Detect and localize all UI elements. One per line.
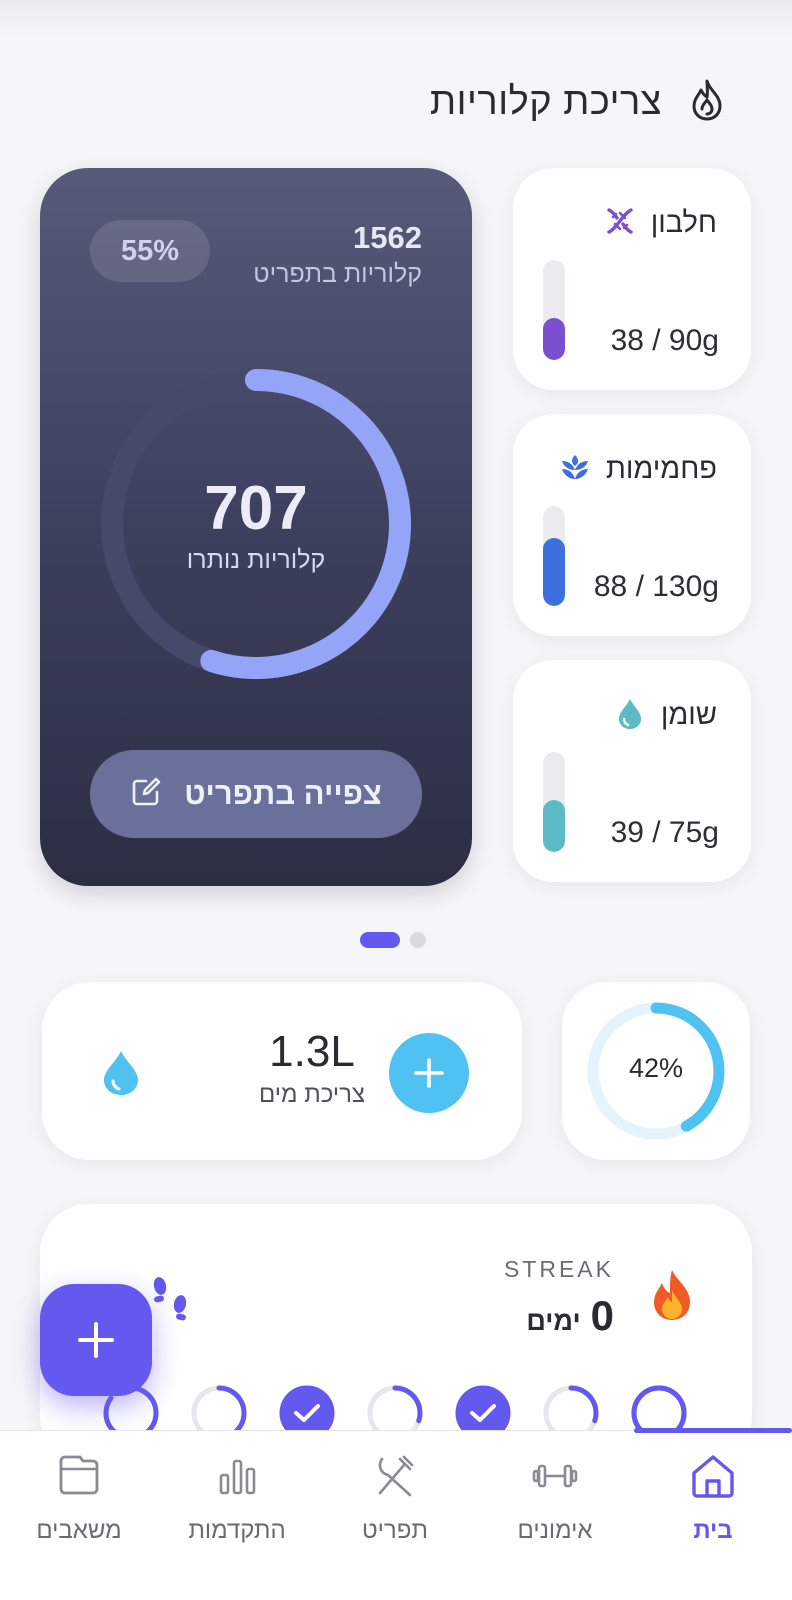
macro-progress-bar <box>543 752 565 852</box>
section-header: צריכת קלוריות <box>430 78 726 127</box>
nav-item-home[interactable]: בית <box>634 1431 792 1561</box>
add-fab-button[interactable] <box>40 1284 152 1396</box>
water-goal-card[interactable]: 42% <box>562 982 750 1160</box>
macro-value: 38 / 90g <box>610 324 719 357</box>
macro-progress-fill <box>543 317 565 360</box>
macro-name: שומן <box>660 699 717 731</box>
streak-caption: STREAK <box>503 1256 614 1282</box>
calorie-percent-badge: 55% <box>90 220 210 282</box>
remaining-calories: 707 קלוריות נותרו <box>40 473 472 575</box>
edit-icon <box>130 776 162 813</box>
dna-icon <box>603 204 637 243</box>
wheat-icon <box>558 450 592 489</box>
water-intake-label: צריכת מים <box>258 1081 366 1108</box>
nav-item-menu[interactable]: תפריט <box>316 1431 474 1561</box>
footsteps-icon <box>148 1272 194 1333</box>
bar-chart-icon <box>158 1451 316 1501</box>
macro-card-fat[interactable]: שומן 39 / 75g <box>513 660 751 882</box>
view-menu-button-label: צפייה בתפריט <box>184 776 382 811</box>
remaining-calories-value: 707 <box>204 474 308 543</box>
macro-card-carbs[interactable]: פחמימות 88 / 130g <box>513 414 751 636</box>
macro-name: חלבון <box>650 207 717 239</box>
carousel-pager[interactable] <box>360 932 426 948</box>
oil-drop-icon <box>613 696 647 735</box>
calorie-summary-card[interactable]: 55% 1562 קלוריות בתפריט 707 קלוריות נותר… <box>40 168 472 886</box>
nav-item-resources[interactable]: משאבים <box>0 1431 158 1561</box>
view-menu-button[interactable]: צפייה בתפריט <box>90 750 422 838</box>
nav-label: התקדמות <box>188 1517 286 1544</box>
bottom-nav: בית אימונים תפריט התקדמות משאבים <box>0 1428 792 1600</box>
consumed-calories-value: 1562 <box>353 220 422 255</box>
utensils-icon <box>316 1451 474 1501</box>
water-goal-percent: 42% <box>628 1053 684 1083</box>
section-title: צריכת קלוריות <box>429 81 662 123</box>
plus-icon <box>78 1322 114 1358</box>
nav-label: אימונים <box>517 1517 593 1544</box>
consumed-calories-label: קלוריות בתפריט <box>253 260 422 288</box>
nav-item-workouts[interactable]: אימונים <box>476 1431 634 1561</box>
dumbbell-icon <box>476 1451 634 1501</box>
top-scroll-fade <box>0 0 792 40</box>
streak-days-unit: ימים <box>526 1306 581 1336</box>
home-icon <box>634 1451 792 1501</box>
folder-icon <box>0 1451 158 1501</box>
macro-progress-fill <box>543 538 565 606</box>
water-drop-icon <box>100 1048 142 1103</box>
streak-days-value: 0 <box>590 1292 614 1339</box>
nav-label: משאבים <box>36 1517 122 1544</box>
fire-icon <box>648 1268 696 1333</box>
nav-item-progress[interactable]: התקדמות <box>158 1431 316 1561</box>
macro-progress-bar <box>543 260 565 360</box>
water-intake-card[interactable]: 1.3L צריכת מים <box>42 982 522 1160</box>
macro-card-protein[interactable]: חלבון 38 / 90g <box>513 168 751 390</box>
macro-progress-bar <box>543 506 565 606</box>
macro-value: 39 / 75g <box>610 816 719 849</box>
nav-label: בית <box>693 1517 733 1544</box>
pager-dot-active[interactable] <box>360 932 400 948</box>
nav-label: תפריט <box>362 1517 428 1544</box>
remaining-calories-label: קלוריות נותרו <box>186 546 326 574</box>
consumed-calories: 1562 קלוריות בתפריט <box>253 220 422 289</box>
water-intake-value: 1.3L <box>269 1027 355 1076</box>
macro-value: 88 / 130g <box>593 570 719 603</box>
macro-progress-fill <box>543 800 565 852</box>
macro-name: פחמימות <box>605 453 717 485</box>
pager-dot[interactable] <box>410 932 426 948</box>
flame-outline-icon <box>688 78 726 127</box>
